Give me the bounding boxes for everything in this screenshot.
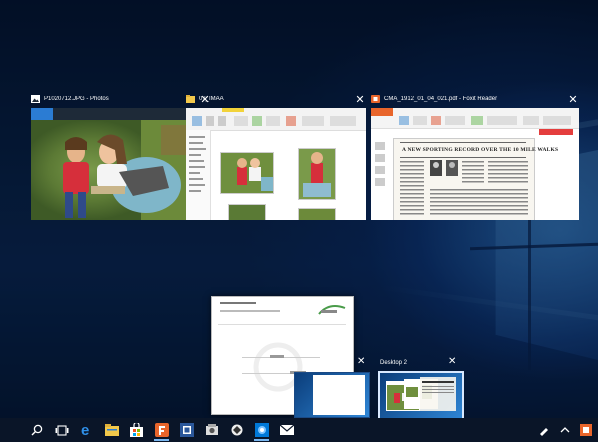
file-thumbnail bbox=[298, 148, 336, 200]
file-thumbnail bbox=[228, 204, 266, 220]
photos-toolbar bbox=[31, 108, 211, 120]
file-thumbnail bbox=[220, 152, 274, 194]
task-view-window-explorer[interactable]: 07_IMAA ✕ bbox=[186, 90, 366, 220]
dialog-title bbox=[220, 301, 260, 308]
chevron-up-icon[interactable] bbox=[554, 419, 575, 441]
mail-icon[interactable] bbox=[276, 419, 297, 441]
search-icon[interactable] bbox=[26, 419, 47, 441]
notification-icon[interactable] bbox=[575, 419, 596, 441]
office-icon[interactable] bbox=[176, 419, 197, 441]
taskbar: e bbox=[0, 418, 598, 442]
alert-bar bbox=[539, 129, 573, 135]
dialog-subtitle bbox=[220, 310, 280, 312]
task-view-icon[interactable] bbox=[51, 419, 72, 441]
pen-icon[interactable] bbox=[533, 419, 554, 441]
window-title: 07_IMAA bbox=[199, 96, 224, 102]
window-title: P1020712.JPG - Photos bbox=[44, 96, 109, 102]
dialog-divider bbox=[218, 324, 346, 325]
photo-preview bbox=[31, 120, 211, 220]
pdf-page: A NEW SPORTING RECORD OVER THE 10 MILE W… bbox=[393, 138, 559, 220]
photo-children-image bbox=[63, 120, 211, 220]
file-explorer-icon[interactable] bbox=[101, 419, 122, 441]
close-icon[interactable]: ✕ bbox=[357, 356, 365, 367]
window-header: 07_IMAA ✕ bbox=[186, 90, 366, 108]
folder-icon bbox=[186, 95, 195, 103]
photos-icon bbox=[31, 95, 40, 103]
media-icon[interactable] bbox=[201, 419, 222, 441]
close-icon[interactable]: ✕ bbox=[354, 93, 366, 106]
newspaper-headline: A NEW SPORTING RECORD OVER THE 10 MILE W… bbox=[402, 147, 559, 153]
navigation-pane bbox=[186, 130, 211, 220]
reader-sidebar bbox=[375, 142, 385, 186]
task-view-window-reader[interactable]: CMA_1912_01_04_021.pdf - Foxit Reader ✕ … bbox=[371, 90, 579, 220]
settings-icon[interactable] bbox=[226, 419, 247, 441]
close-icon[interactable]: ✕ bbox=[567, 93, 579, 106]
photos-icon[interactable] bbox=[251, 419, 272, 441]
desktop-2-label: Desktop 2 bbox=[380, 360, 408, 366]
file-thumbnail bbox=[298, 208, 336, 220]
foxit-reader-icon bbox=[371, 95, 380, 103]
window-header: CMA_1912_01_04_021.pdf - Foxit Reader ✕ bbox=[371, 90, 579, 108]
ribbon-buttons bbox=[192, 116, 356, 126]
newspaper-columns bbox=[400, 160, 528, 215]
window-thumbnail[interactable] bbox=[186, 108, 366, 220]
desktop-2-thumbnail[interactable] bbox=[378, 371, 464, 423]
desktop-2-preview bbox=[386, 377, 456, 411]
explorer-ribbon bbox=[186, 108, 366, 131]
window-thumbnail[interactable]: A NEW SPORTING RECORD OVER THE 10 MILE W… bbox=[371, 108, 579, 220]
dialog-logo bbox=[318, 305, 346, 315]
store-icon[interactable] bbox=[126, 419, 147, 441]
window-header: P1020712.JPG - Photos ✕ bbox=[31, 90, 211, 108]
window-thumbnail[interactable] bbox=[31, 108, 211, 220]
task-view-window-photos[interactable]: P1020712.JPG - Photos ✕ bbox=[31, 90, 211, 220]
svg-text:e: e bbox=[81, 423, 89, 437]
foxit-icon[interactable] bbox=[151, 419, 172, 441]
edge-icon[interactable]: e bbox=[76, 419, 97, 441]
close-icon[interactable]: ✕ bbox=[448, 356, 456, 367]
desktop-1-thumbnail[interactable] bbox=[294, 372, 370, 418]
reader-ribbon bbox=[371, 108, 579, 129]
window-title: CMA_1912_01_04_021.pdf - Foxit Reader bbox=[384, 96, 498, 102]
